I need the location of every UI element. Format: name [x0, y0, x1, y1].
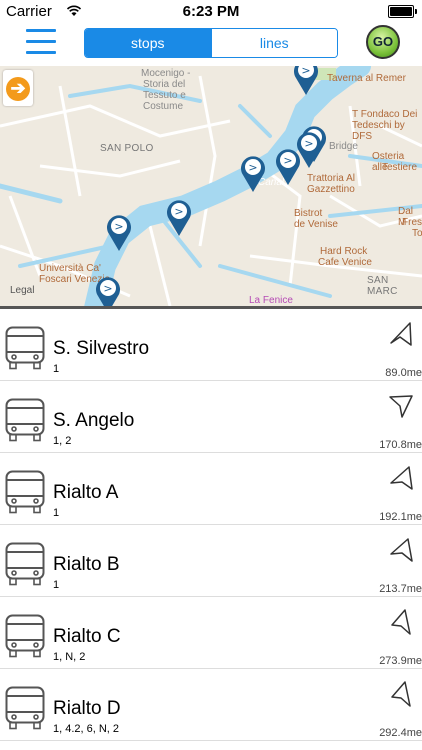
svg-text:>: > — [301, 66, 310, 77]
stops-lines-segmented-control: stops lines — [84, 28, 338, 58]
svg-text:>: > — [248, 161, 257, 174]
map-label: Hard Rock — [320, 246, 368, 257]
stop-distance: 273.9me — [379, 655, 422, 667]
toolbar: stops lines GO — [0, 22, 422, 66]
stop-lines: 1, 2 — [53, 435, 72, 447]
map-label: Testiere — [382, 162, 418, 173]
bus-icon — [5, 614, 45, 658]
list-item[interactable]: Rialto A 1 192.1me — [0, 453, 422, 525]
svg-text:>: > — [114, 220, 123, 233]
navigation-arrow-icon[interactable] — [388, 465, 414, 491]
go-button[interactable]: GO — [366, 25, 400, 59]
map-label: T Fondaco Dei — [352, 109, 418, 120]
navigation-arrow-icon[interactable] — [388, 393, 414, 419]
map-label: Tessuto e — [143, 90, 186, 101]
bus-icon — [5, 686, 45, 730]
navigation-arrow-icon[interactable] — [388, 609, 414, 635]
stop-pin[interactable]: > — [105, 212, 133, 252]
svg-text:>: > — [283, 154, 292, 167]
stop-lines: 1, 4.2, 6, N, 2 — [53, 723, 120, 735]
status-bar: Carrier 6:23 PM — [0, 0, 422, 22]
navigation-arrow-icon[interactable] — [388, 321, 414, 347]
stop-name: S. Silvestro — [53, 338, 150, 359]
stop-lines: 1 — [53, 507, 60, 519]
map-label: Mocenigo - — [141, 68, 191, 79]
stop-distance: 292.4me — [379, 727, 422, 739]
map-label: Trattoria Al — [307, 173, 355, 184]
stop-distance: 192.1me — [379, 511, 422, 523]
stops-list: S. Silvestro 1 89.0me S. Angelo 1, 2 170… — [0, 309, 422, 741]
navigation-arrow-icon[interactable] — [388, 537, 414, 563]
list-item[interactable]: S. Silvestro 1 89.0me — [0, 309, 422, 381]
map-label: Storia del — [143, 79, 186, 90]
clock: 6:23 PM — [182, 3, 240, 20]
stop-pin[interactable]: > — [274, 146, 302, 186]
stop-distance: 170.8me — [379, 439, 422, 451]
arrow-right-icon: ➔ — [6, 77, 30, 101]
svg-text:>: > — [304, 137, 313, 150]
stop-name: Rialto B — [53, 554, 120, 575]
map-label: SAN POLO — [100, 143, 154, 154]
tab-lines[interactable]: lines — [210, 29, 337, 57]
stop-name: S. Angelo — [53, 410, 135, 431]
stop-pin[interactable]: > — [292, 66, 320, 96]
menu-icon[interactable] — [26, 29, 56, 57]
map-label: Taverna al Remer — [327, 73, 406, 84]
stop-name: Rialto A — [53, 482, 119, 503]
svg-text:>: > — [103, 282, 112, 295]
list-item[interactable]: S. Angelo 1, 2 170.8me — [0, 381, 422, 453]
map-label: Costume — [143, 101, 184, 112]
tab-stops[interactable]: stops — [85, 29, 211, 57]
stop-lines: 1 — [53, 579, 60, 591]
map-label: Bridge — [329, 141, 358, 152]
bus-icon — [5, 470, 45, 514]
map-label: Università Ca' — [39, 263, 101, 274]
stop-distance: 213.7me — [379, 583, 422, 595]
map-label: Fresh — [402, 217, 422, 228]
map-label: Tedeschi by DFS — [352, 120, 405, 142]
stop-pin[interactable]: > — [94, 274, 122, 308]
legal-link[interactable]: Legal — [10, 285, 34, 296]
stop-pin[interactable]: > — [165, 197, 193, 237]
list-item[interactable]: Rialto B 1 213.7me — [0, 525, 422, 597]
navigation-arrow-icon[interactable] — [388, 681, 414, 707]
map-label: Bistrot — [294, 208, 323, 219]
map-label: Cafe Venice — [318, 257, 372, 268]
bus-icon — [5, 398, 45, 442]
stop-pin[interactable]: > — [239, 153, 267, 193]
bus-icon — [5, 326, 45, 370]
stop-name: Rialto D — [53, 698, 121, 719]
svg-text:>: > — [174, 205, 183, 218]
map-label: Gazzettino — [307, 184, 355, 195]
map-label: La Fenice — [249, 295, 293, 306]
stop-lines: 1 — [53, 363, 60, 375]
stop-distance: 89.0me — [385, 367, 422, 379]
map-label: To — [412, 228, 422, 239]
map-label: de Venise — [294, 219, 338, 230]
map-label: SAN MARC — [367, 275, 398, 297]
map-view[interactable]: ➔ Mocenigo - Storia del Tessuto e Costum… — [0, 66, 422, 308]
back-button[interactable]: ➔ — [3, 70, 33, 106]
list-item[interactable]: Rialto C 1, N, 2 273.9me — [0, 597, 422, 669]
battery-icon — [388, 5, 417, 18]
bus-icon — [5, 542, 45, 586]
list-item[interactable]: Rialto D 1, 4.2, 6, N, 2 292.4me — [0, 669, 422, 741]
stop-lines: 1, N, 2 — [53, 651, 86, 663]
stop-name: Rialto C — [53, 626, 121, 647]
